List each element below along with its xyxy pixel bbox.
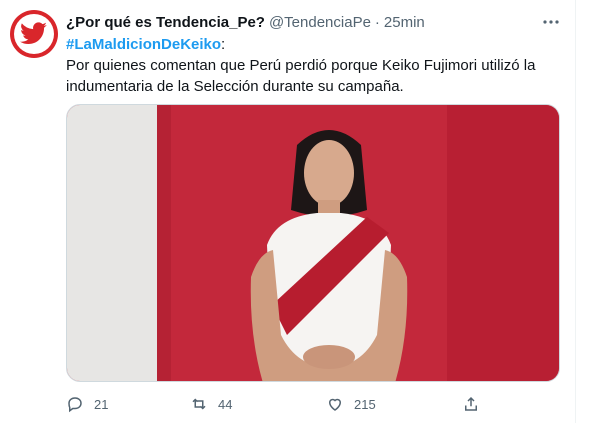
hashtag-suffix: : (221, 36, 226, 53)
tweet-text: #LaMaldicionDeKeiko: Por quienes comenta… (66, 34, 556, 97)
bird-icon (20, 22, 47, 45)
timestamp[interactable]: 25min (384, 14, 425, 31)
reply-count: 21 (94, 396, 109, 412)
tweet-actions: 21 44 215 (66, 392, 496, 416)
tweet-header: ¿Por qué es Tendencia_Pe? @TendenciaPe ·… (66, 12, 425, 32)
hashtag-link[interactable]: #LaMaldicionDeKeiko (66, 36, 221, 53)
like-button[interactable]: 215 (326, 392, 376, 416)
retweet-icon (192, 398, 206, 410)
reply-button[interactable]: 21 (66, 392, 108, 416)
author-handle[interactable]: @TendenciaPe (269, 14, 371, 31)
tweet-card[interactable]: ¿Por qué es Tendencia_Pe? @TendenciaPe ·… (0, 0, 576, 423)
tweet-photo[interactable] (66, 104, 560, 382)
heart-icon (328, 398, 342, 411)
reply-icon (68, 397, 82, 413)
retweet-count: 44 (218, 396, 233, 412)
more-icon[interactable] (540, 12, 562, 32)
avatar-inner (14, 14, 54, 54)
retweet-button[interactable]: 44 (190, 392, 232, 416)
more-horizontal-icon (543, 20, 559, 24)
share-button[interactable] (462, 392, 490, 416)
tweet-body: Por quienes comentan que Perú perdió por… (66, 57, 536, 95)
separator-dot: · (374, 13, 380, 31)
photo-illustration (67, 105, 559, 381)
avatar[interactable] (10, 10, 58, 58)
like-count: 215 (354, 396, 376, 412)
author-name[interactable]: ¿Por qué es Tendencia_Pe? (66, 14, 265, 31)
share-icon (465, 396, 477, 411)
